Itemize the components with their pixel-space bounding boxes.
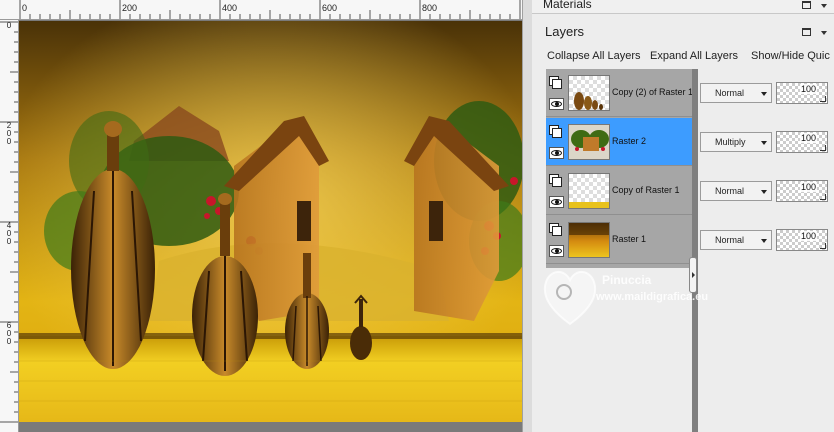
layers-palette: Layers Collapse All Layers Expand All La… (532, 14, 834, 432)
layer-row-copy-of-raster-1[interactable]: Copy of Raster 1 (546, 167, 692, 215)
ruler-label: 600 (322, 3, 338, 13)
dropdown-arrow-icon[interactable] (761, 141, 767, 145)
eye-icon[interactable] (549, 196, 564, 208)
dropdown-arrow-icon[interactable] (761, 239, 767, 243)
dropdown-arrow-icon[interactable] (821, 4, 827, 8)
layer-name: Raster 1 (612, 234, 647, 244)
app-window: 0 200 400 600 800 0 2 0 0 4 0 0 6 0 0 Ma… (0, 0, 834, 432)
resize-corner-icon (820, 243, 826, 249)
canvas-vertical-scrollbar[interactable] (522, 0, 532, 432)
layer-row-raster-1[interactable]: Raster 1 (546, 216, 692, 264)
expand-all-layers-button[interactable]: Expand All Layers (650, 50, 738, 62)
ruler-label: 6 0 0 (6, 321, 12, 346)
opacity-field[interactable]: 100 (776, 229, 828, 251)
canvas-area: 0 200 400 600 800 0 2 0 0 4 0 0 6 0 0 (0, 0, 530, 432)
collapse-all-layers-button[interactable]: Collapse All Layers (547, 50, 641, 62)
resize-corner-icon (820, 96, 826, 102)
opacity-field[interactable]: 100 (776, 82, 828, 104)
resize-corner-icon (820, 194, 826, 200)
opacity-field[interactable]: 100 (776, 131, 828, 153)
layer-list: Copy (2) of Raster 1 Raster 2 Copy of Ra… (546, 69, 694, 268)
layer-row-copy-2-of-raster-1[interactable]: Copy (2) of Raster 1 (546, 69, 694, 117)
dropdown-arrow-icon[interactable] (761, 190, 767, 194)
layer-name: Copy of Raster 1 (612, 185, 680, 195)
thumbnail-houses (569, 125, 609, 159)
restore-icon[interactable] (802, 1, 811, 9)
ruler-label: 400 (222, 3, 238, 13)
ruler-label: 0 (6, 21, 12, 30)
layer-thumbnail (568, 222, 610, 258)
layer-name: Copy (2) of Raster 1 (612, 87, 694, 97)
blend-mode-value: Normal (715, 186, 745, 196)
horizontal-ruler: 0 200 400 600 800 (0, 0, 530, 20)
opacity-value: 100 (799, 231, 817, 241)
layers-palette-header: Layers (532, 20, 834, 42)
eye-icon[interactable] (549, 98, 564, 110)
restore-icon[interactable] (802, 28, 811, 36)
blend-mode-value: Normal (715, 235, 745, 245)
ruler-label: 2 0 0 (6, 121, 12, 146)
thumbnail-vases (574, 92, 603, 110)
eye-icon[interactable] (549, 245, 564, 257)
show-hide-quick-button[interactable]: Show/Hide Quic (751, 50, 830, 62)
resize-corner-icon (820, 145, 826, 151)
layer-stack-icon[interactable] (549, 76, 563, 89)
canvas-image[interactable] (19, 21, 522, 422)
layer-list-splitter[interactable] (692, 69, 698, 432)
layer-name: Raster 2 (612, 136, 647, 146)
opacity-value: 100 (799, 182, 817, 192)
layer-stack-icon[interactable] (549, 223, 563, 236)
layer-stack-icon[interactable] (549, 125, 563, 138)
thumbnail-gradient (569, 223, 609, 257)
materials-palette-header[interactable]: Materials (532, 0, 834, 14)
splitter-handle[interactable] (689, 257, 697, 293)
opacity-field[interactable]: 100 (776, 180, 828, 202)
blend-mode-dropdown[interactable]: Normal (700, 230, 772, 250)
layers-title: Layers (545, 24, 585, 39)
layer-thumbnail (568, 124, 610, 160)
ruler-label: 4 0 0 (6, 221, 12, 246)
eye-icon[interactable] (549, 147, 564, 159)
opacity-value: 100 (799, 133, 817, 143)
blend-mode-dropdown[interactable]: Normal (700, 83, 772, 103)
blend-mode-dropdown[interactable]: Normal (700, 181, 772, 201)
thumbnail-floor (569, 202, 609, 208)
layer-thumbnail (568, 173, 610, 209)
layer-stack-icon[interactable] (549, 174, 563, 187)
ruler-label: 200 (122, 3, 138, 13)
layer-thumbnail (568, 75, 610, 111)
blend-mode-value: Multiply (715, 137, 746, 147)
dropdown-arrow-icon[interactable] (821, 31, 827, 35)
opacity-value: 100 (799, 84, 817, 94)
ruler-label: 800 (422, 3, 438, 13)
vertical-ruler: 0 2 0 0 4 0 0 6 0 0 (0, 20, 19, 432)
blend-mode-dropdown[interactable]: Multiply (700, 132, 772, 152)
dropdown-arrow-icon[interactable] (761, 92, 767, 96)
layers-toolbar: Collapse All Layers Expand All Layers Sh… (532, 46, 834, 66)
blend-mode-value: Normal (715, 88, 745, 98)
layer-row-raster-2[interactable]: Raster 2 (546, 118, 692, 166)
ruler-ticks (19, 0, 521, 19)
materials-title: Materials (543, 0, 592, 11)
ruler-label: 0 (22, 3, 28, 13)
